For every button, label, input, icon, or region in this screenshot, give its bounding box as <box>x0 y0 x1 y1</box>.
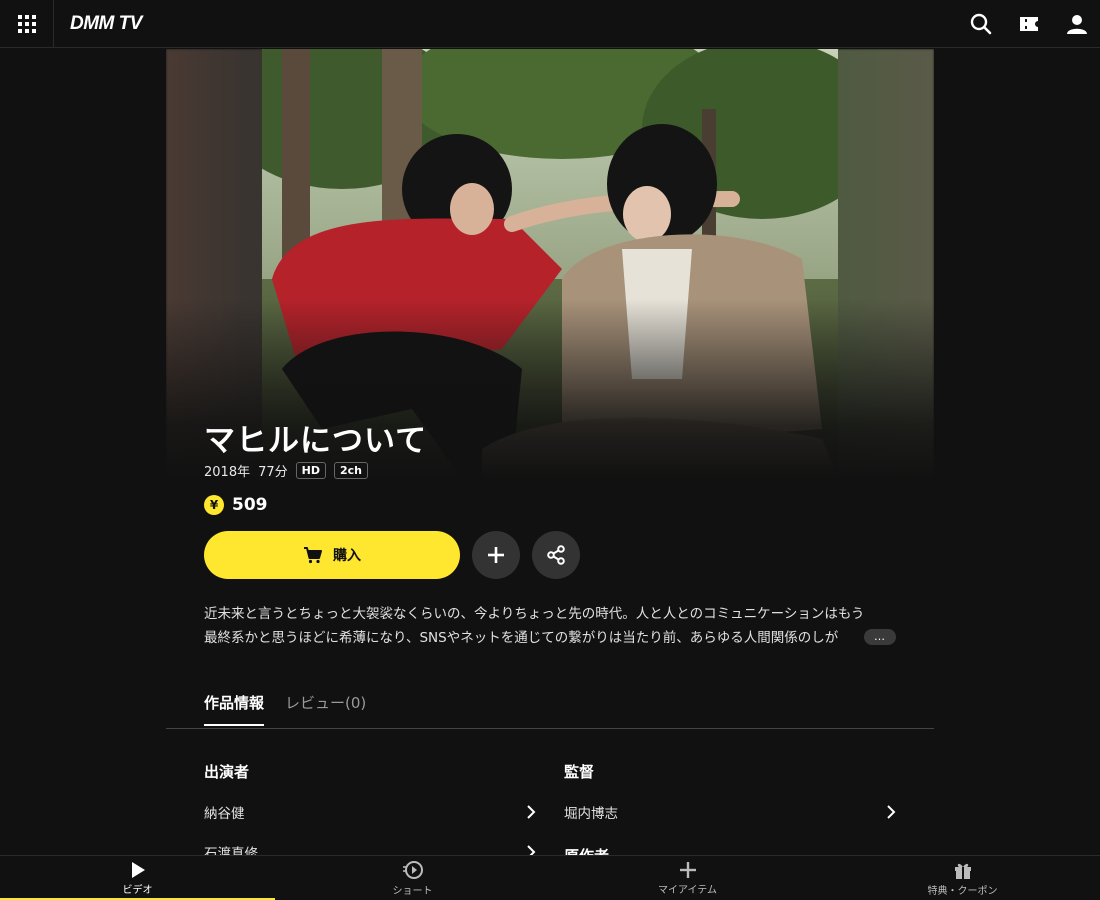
nav-my-items[interactable]: マイアイテム <box>550 856 825 900</box>
cast-name: 納谷健 <box>204 806 245 822</box>
nav-video[interactable]: ビデオ <box>0 856 275 900</box>
top-header: DMM TV <box>0 0 1100 48</box>
price-amount: 509 <box>232 495 268 515</box>
nav-label: ショート <box>392 886 433 897</box>
dmm-tv-logo[interactable]: DMM TV <box>70 13 142 35</box>
cast-row-1[interactable]: 納谷健 <box>204 800 536 824</box>
page-title: マヒルについて <box>204 423 428 459</box>
tab-work-info[interactable]: 作品情報 <box>204 692 265 726</box>
director-row-1[interactable]: 堀内博志 <box>564 800 896 824</box>
chevron-right-icon <box>527 805 536 819</box>
buy-button[interactable]: 購入 <box>204 531 460 579</box>
description-line-1: 近未来と言うとちょっと大袈裟なくらいの、今よりちょっと先の時代。人と人とのコミュ… <box>204 606 865 622</box>
cart-icon <box>304 547 322 564</box>
share-icon <box>547 545 565 565</box>
add-to-list-button[interactable] <box>472 531 520 579</box>
plus-icon <box>488 547 504 563</box>
content-tabs: 作品情報 レビュー(0) <box>166 688 934 729</box>
nav-rewards-coupons[interactable]: 特典・クーポン <box>825 856 1100 900</box>
price: ¥ 509 <box>204 495 904 515</box>
search-icon <box>970 13 992 35</box>
grid-menu-icon <box>17 14 36 33</box>
user-icon <box>1067 15 1087 34</box>
expand-description-button[interactable]: … <box>864 629 896 645</box>
director-section-title: 監督 <box>564 763 595 781</box>
account-button[interactable] <box>1064 11 1090 37</box>
nav-short[interactable]: ショート <box>275 856 550 900</box>
search-button[interactable] <box>968 11 994 37</box>
nav-label: マイアイテム <box>658 885 717 896</box>
release-year: 2018年 <box>204 465 251 480</box>
description-line-2: 最終系かと思うほどに希薄になり、SNSやネットを通じての繋がりは当たり前、あらゆ… <box>204 630 839 646</box>
tab-reviews[interactable]: レビュー(0) <box>285 692 366 724</box>
plus-icon <box>679 862 696 878</box>
ticket-icon <box>1020 17 1038 31</box>
gift-icon <box>954 863 971 879</box>
nav-label: ビデオ <box>122 885 153 896</box>
share-button[interactable] <box>532 531 580 579</box>
duration: 77分 <box>258 465 288 480</box>
action-row: 購入 <box>204 531 904 579</box>
director-name: 堀内博志 <box>564 806 618 822</box>
grid-menu-button[interactable] <box>0 0 54 48</box>
cast-section-title: 出演者 <box>204 763 250 781</box>
short-video-icon <box>402 861 423 879</box>
buy-label: 購入 <box>333 547 361 563</box>
chevron-right-icon <box>887 805 896 819</box>
audio-badge: 2ch <box>333 462 368 479</box>
ticket-button[interactable] <box>1016 11 1042 37</box>
nav-label: 特典・クーポン <box>927 886 998 897</box>
hd-badge: HD <box>295 462 326 479</box>
play-icon <box>131 862 145 878</box>
bottom-navigation: ビデオ ショート マイアイテム 特典・クーポン <box>0 855 1100 900</box>
description: 近未来と言うとちょっと大袈裟なくらいの、今よりちょっと先の時代。人と人とのコミュ… <box>204 602 896 650</box>
video-meta: 2018年 77分 HD 2ch <box>204 461 904 480</box>
yen-icon: ¥ <box>204 495 224 515</box>
